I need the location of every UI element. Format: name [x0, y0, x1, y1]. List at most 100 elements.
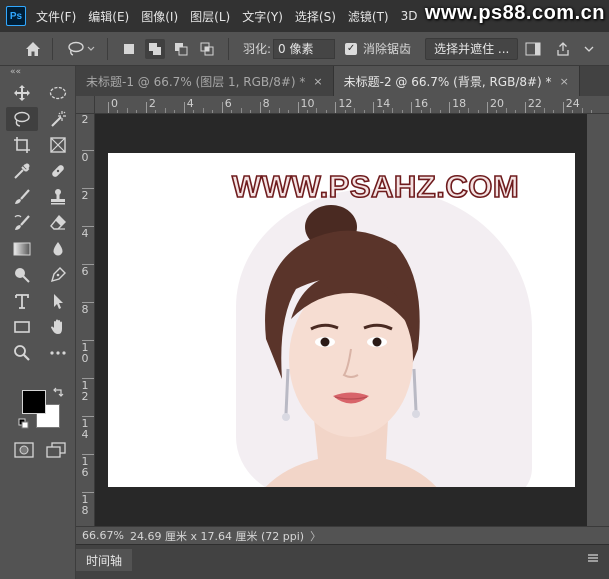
zoom-tool[interactable] [6, 341, 38, 365]
elliptical-marquee-tool[interactable] [42, 81, 74, 105]
feather-label: 羽化: [243, 42, 272, 56]
swap-colors-icon[interactable] [52, 386, 64, 398]
ruler-label: 16 [414, 97, 429, 110]
brush-icon [15, 189, 30, 204]
menu-image[interactable]: 图像(I) [141, 8, 178, 25]
close-icon[interactable]: × [313, 75, 322, 88]
ruler-label: 22 [527, 97, 542, 110]
healing-brush-icon [52, 165, 64, 177]
more-tools-icon [50, 351, 66, 355]
ruler-label: 18 [452, 97, 467, 110]
eyedropper-tool[interactable] [6, 159, 38, 183]
move-tool[interactable] [6, 81, 38, 105]
panel-toggle-button[interactable] [522, 38, 544, 60]
crop-tool[interactable] [6, 133, 38, 157]
add-selection-button[interactable] [145, 38, 165, 59]
separator [228, 37, 229, 60]
ruler-label: 8 [81, 303, 89, 316]
select-and-mask-button[interactable]: 选择并遮住 ... [425, 37, 519, 60]
menu-filter[interactable]: 滤镜(T) [348, 8, 389, 25]
panel-menu-icon[interactable] [587, 553, 599, 563]
rectangle-tool[interactable] [6, 315, 38, 339]
new-selection-button[interactable] [119, 39, 139, 59]
quick-mask-button[interactable] [14, 442, 34, 461]
magic-wand-tool[interactable] [42, 107, 74, 131]
intersect-selection-button[interactable] [197, 39, 217, 59]
ruler-tick [145, 102, 147, 113]
menu-edit[interactable]: 编辑(E) [88, 8, 129, 25]
path-selection-tool[interactable] [42, 289, 74, 313]
menu-file[interactable]: 文件(F) [36, 8, 76, 25]
lasso-icon [14, 111, 30, 127]
document-size: 24.69 厘米 x 17.64 厘米 (72 ppi) [130, 529, 305, 543]
ruler-label: 4 [81, 227, 89, 240]
workspace-menu-button[interactable] [578, 38, 600, 60]
antialias-label: 消除锯齿 [363, 42, 412, 56]
menu-layer[interactable]: 图层(L) [190, 8, 230, 25]
menu-select[interactable]: 选择(S) [295, 8, 336, 25]
tool-preset-picker[interactable] [65, 38, 99, 60]
status-menu-arrow[interactable]: 〉 [310, 528, 321, 544]
more-tools-button[interactable] [42, 341, 74, 365]
clone-stamp-tool[interactable] [42, 185, 74, 209]
type-icon [15, 294, 29, 309]
ruler-label: 2 [148, 97, 156, 110]
document-canvas[interactable]: WWW.PSAHZ.COM [108, 153, 575, 487]
vertical-ruler[interactable]: 2 0 2 4 6 8 1 0 1 2 1 4 1 6 1 8 [76, 114, 95, 526]
pen-tool[interactable] [42, 263, 74, 287]
hand-tool[interactable] [42, 315, 74, 339]
eraser-tool[interactable] [42, 211, 74, 235]
ruler-tick [562, 102, 564, 113]
ruler-origin[interactable] [76, 96, 95, 114]
close-icon[interactable]: × [560, 75, 569, 88]
tab-label: 未标题-1 @ 66.7% (图层 1, RGB/8#) * [86, 74, 306, 89]
zoom-level[interactable]: 66.67% [76, 529, 126, 542]
ruler-label: 2 [81, 114, 89, 126]
tool-row [0, 340, 75, 366]
antialias-checkbox[interactable]: ✓ [345, 42, 358, 55]
tab-label: 未标题-2 @ 66.7% (背景, RGB/8#) * [343, 74, 552, 89]
horizontal-ruler[interactable]: 0 2 4 6 8 10 12 14 16 18 20 22 24 [95, 96, 609, 114]
blur-tool[interactable] [42, 237, 74, 261]
hand-icon [51, 319, 62, 334]
home-button[interactable] [22, 38, 44, 60]
menu-3d[interactable]: 3D [401, 9, 418, 23]
history-brush-tool[interactable] [6, 211, 38, 235]
ruler-label: 20 [490, 97, 504, 110]
tab-document-1[interactable]: 未标题-1 @ 66.7% (图层 1, RGB/8#) * × [76, 66, 334, 96]
healing-brush-tool[interactable] [42, 159, 74, 183]
tool-row [0, 314, 75, 340]
ruler-tick [487, 102, 488, 113]
dodge-tool[interactable] [6, 263, 38, 287]
toolbar-collapse-icon[interactable]: «« [0, 66, 75, 80]
gradient-tool[interactable] [6, 237, 38, 261]
ruler-tick [183, 102, 185, 113]
foreground-color-swatch[interactable] [22, 390, 46, 414]
screen-mode-button[interactable] [46, 442, 66, 461]
add-selection-icon [149, 42, 161, 55]
pasteboard [587, 114, 609, 526]
rectangle-icon [14, 321, 30, 333]
brush-tool[interactable] [6, 185, 38, 209]
marquee-ellipse-icon [49, 86, 67, 100]
ruler-tick [297, 102, 299, 113]
share-button[interactable] [552, 38, 574, 60]
frame-tool[interactable] [42, 133, 74, 157]
timeline-panel: 时间轴 [76, 544, 609, 579]
history-brush-icon [14, 215, 30, 230]
tab-timeline[interactable]: 时间轴 [76, 549, 133, 571]
tab-document-2[interactable]: 未标题-2 @ 66.7% (背景, RGB/8#) * × [333, 66, 580, 96]
ruler-label: 8 [262, 97, 270, 110]
type-tool[interactable] [6, 289, 38, 313]
lasso-tool[interactable] [6, 107, 38, 131]
new-selection-icon [124, 43, 134, 54]
pen-icon [50, 267, 66, 283]
menu-type[interactable]: 文字(Y) [242, 8, 283, 25]
subtract-selection-button[interactable] [171, 39, 191, 59]
intersect-selection-icon [200, 42, 214, 55]
lasso-icon [68, 41, 95, 56]
tool-row [0, 132, 75, 158]
feather-input[interactable] [273, 38, 336, 59]
frame-icon [50, 137, 66, 153]
default-colors-icon[interactable] [18, 418, 30, 430]
